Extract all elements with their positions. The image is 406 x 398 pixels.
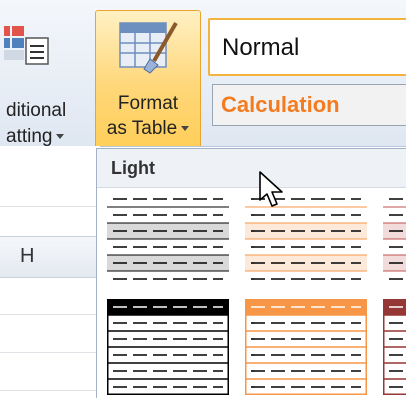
gallery-section-label: Light [111, 158, 155, 178]
format-as-table-label-1: Format [117, 93, 179, 114]
conditional-formatting-label-1: ditional [6, 100, 67, 121]
row-divider [0, 314, 100, 315]
cell-style-calculation-label: Calculation [221, 92, 340, 117]
cell-style-normal-label: Normal [222, 34, 300, 61]
mouse-pointer-icon [259, 171, 283, 207]
worksheet-area: H [0, 146, 100, 398]
table-style-swatch-header-orange[interactable] [245, 299, 367, 395]
format-as-table-button[interactable]: Format as Table [95, 10, 201, 146]
chevron-down-icon [181, 126, 190, 132]
column-header-h[interactable]: H [0, 236, 100, 278]
table-style-swatch-none-lines[interactable] [107, 191, 229, 287]
row-divider [0, 206, 100, 207]
row-divider [0, 390, 100, 391]
conditional-formatting-button[interactable]: ditional atting [0, 8, 92, 147]
chevron-down-icon [56, 134, 65, 140]
gallery-section-header: Light [97, 149, 406, 188]
table-style-swatch-dark-header-black[interactable] [107, 299, 229, 395]
cell-style-normal[interactable]: Normal [208, 18, 406, 76]
row-divider [0, 352, 100, 353]
table-style-swatch-light-red[interactable] [383, 191, 406, 287]
format-as-table-icon [119, 21, 178, 74]
table-style-swatch-header-red[interactable] [383, 299, 406, 395]
format-as-table-label-2: as Table [96, 116, 200, 141]
column-header-label: H [20, 245, 35, 267]
excel-ribbon-screenshot: ditional atting Format as Table Normal C… [0, 0, 406, 398]
ribbon-styles-group: ditional atting Format as Table Normal C… [0, 0, 406, 147]
table-style-gallery: Light [96, 148, 406, 398]
cell-style-calculation[interactable]: Calculation [212, 84, 406, 126]
conditional-formatting-icon [4, 26, 49, 65]
